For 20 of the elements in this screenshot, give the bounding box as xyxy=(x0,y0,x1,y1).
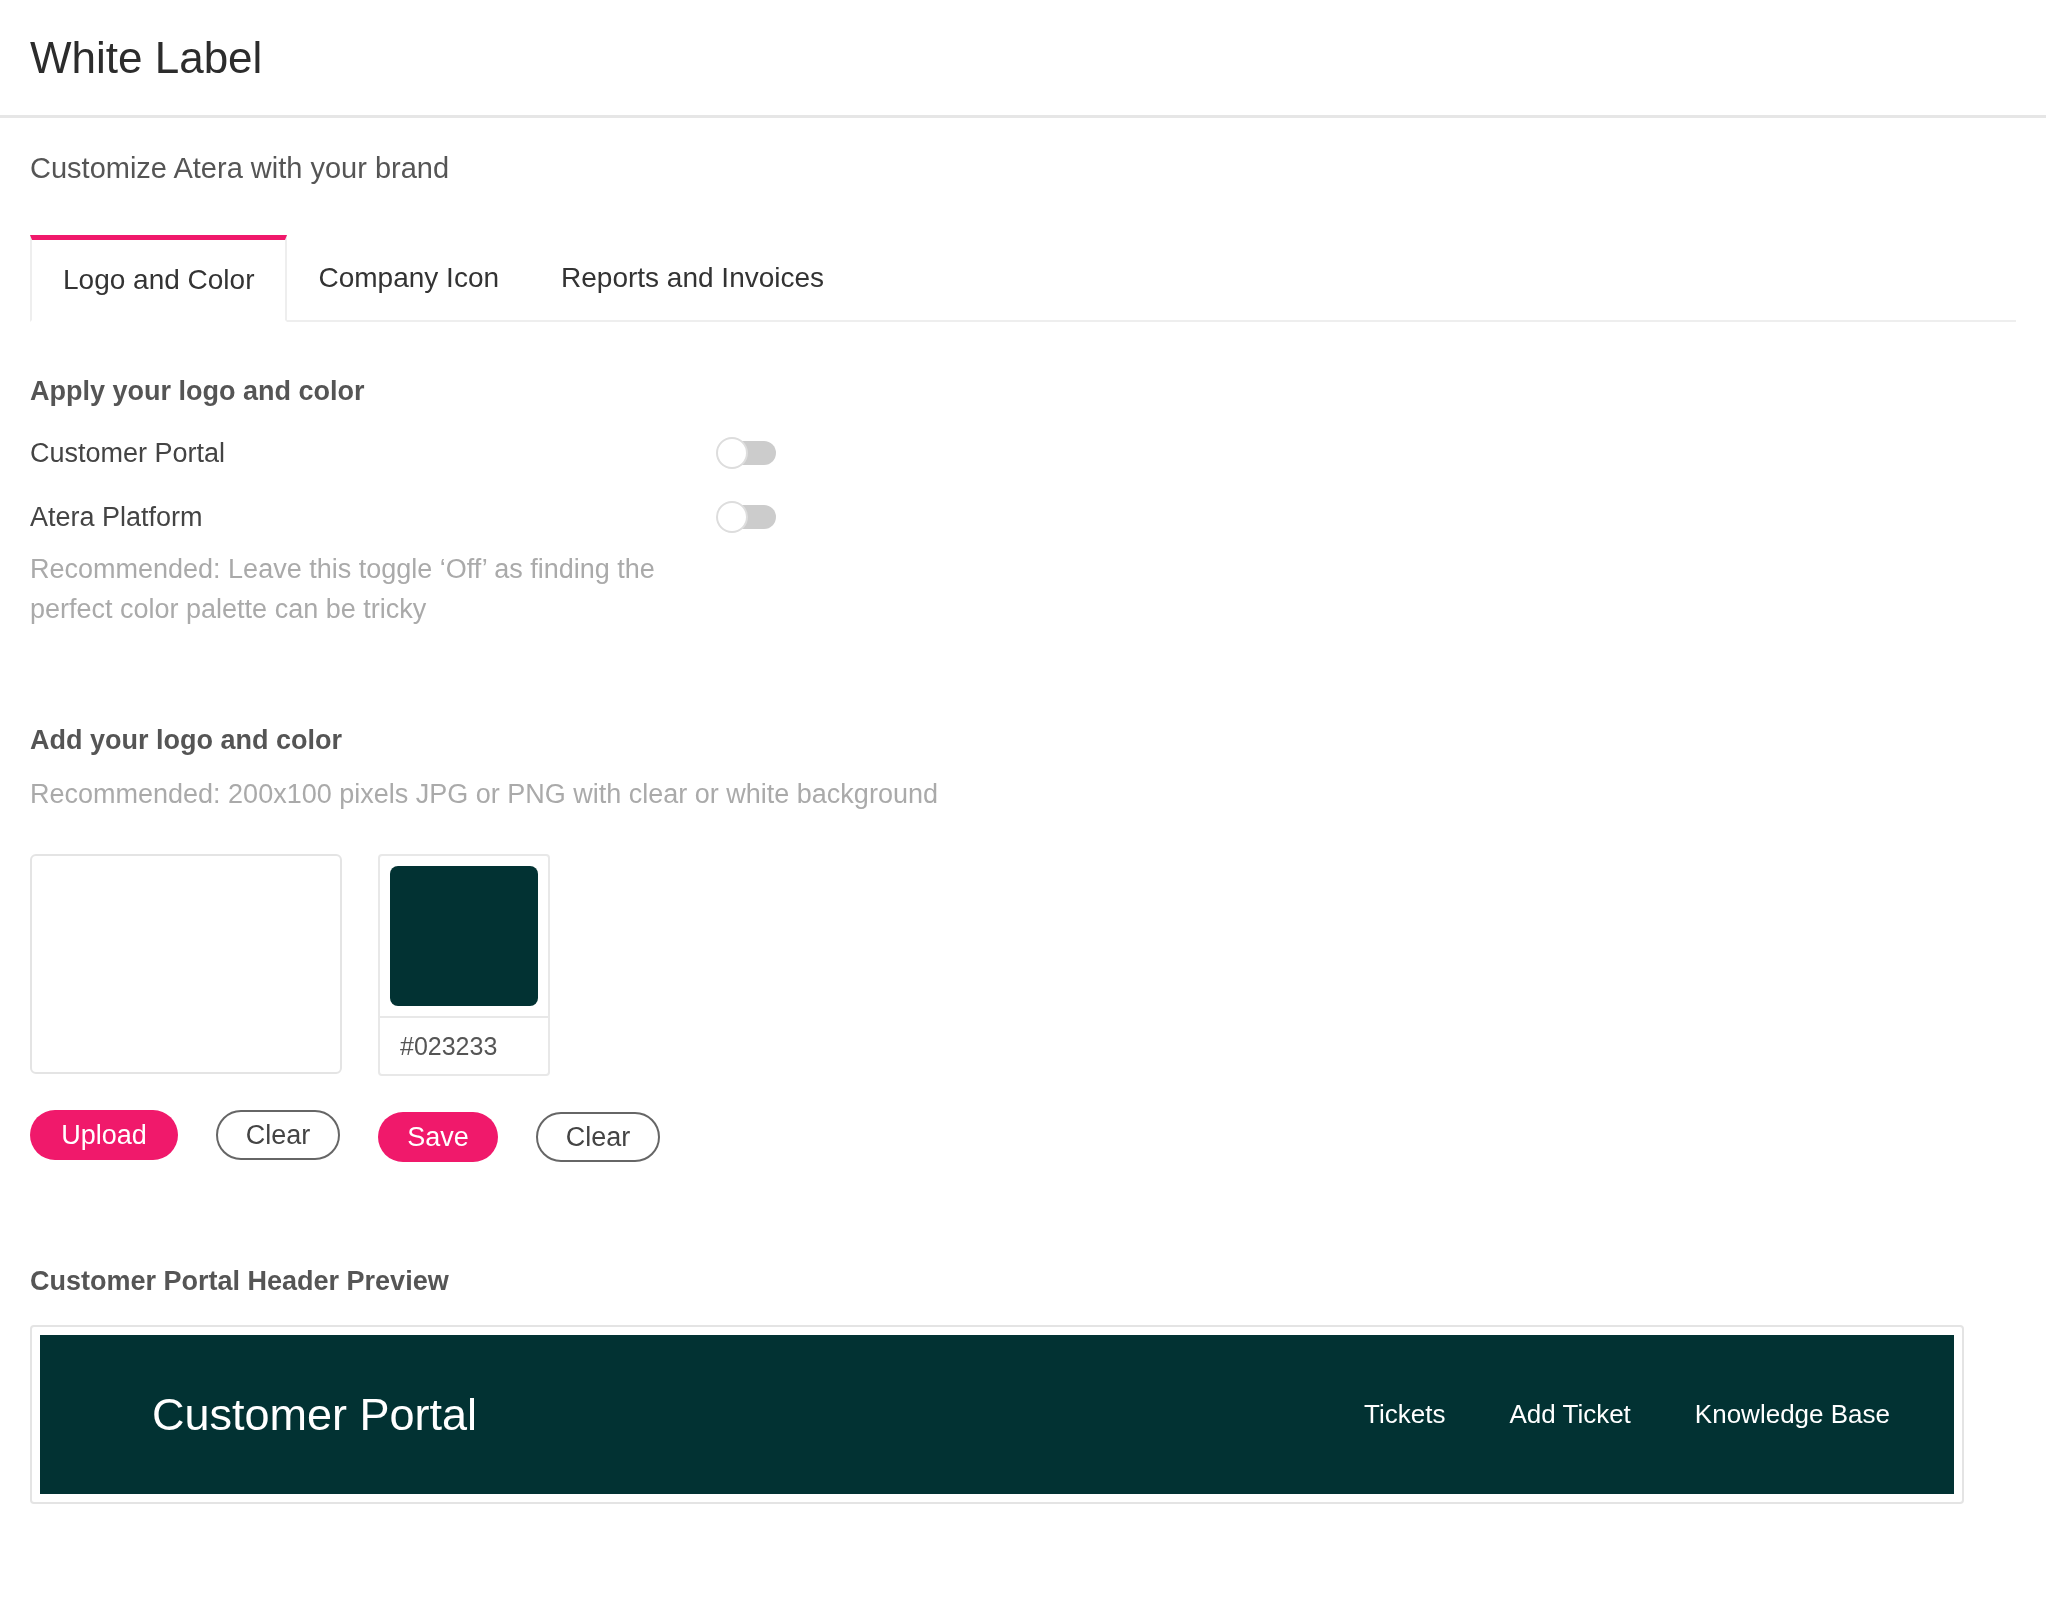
section-heading: Add your logo and color xyxy=(30,725,343,756)
section-heading: Apply your logo and color xyxy=(30,376,366,407)
save-button[interactable]: Save xyxy=(378,1112,498,1162)
section-heading: Customer Portal Header Preview xyxy=(30,1266,450,1297)
hint-text: Recommended: 200x100 pixels JPG or PNG with clear or white background xyxy=(30,778,939,811)
nav-link[interactable]: Tickets xyxy=(1364,1399,1446,1430)
toggle-label: Atera Platform xyxy=(30,501,203,533)
clear-button[interactable]: Clear xyxy=(216,1110,340,1160)
portal-brand-title: Customer Portal xyxy=(152,1388,478,1441)
nav-link[interactable]: Knowledge Base xyxy=(1694,1399,1890,1430)
nav-link[interactable]: Add Ticket xyxy=(1509,1399,1631,1430)
upload-button[interactable]: Upload xyxy=(30,1110,178,1160)
color-swatch[interactable] xyxy=(390,866,538,1006)
tab[interactable]: Logo and Color xyxy=(30,235,288,322)
hint-text: Recommended: Leave this toggle ‘Off’ as finding the perfect color palette can be tricky xyxy=(30,553,656,626)
page-subtitle: Customize Atera with your brand xyxy=(30,152,451,185)
logo-drop-area[interactable] xyxy=(30,854,342,1074)
toggle-label: Customer Portal xyxy=(30,437,226,469)
clear-button[interactable]: Clear xyxy=(536,1112,660,1162)
page-title: White Label xyxy=(30,32,263,83)
